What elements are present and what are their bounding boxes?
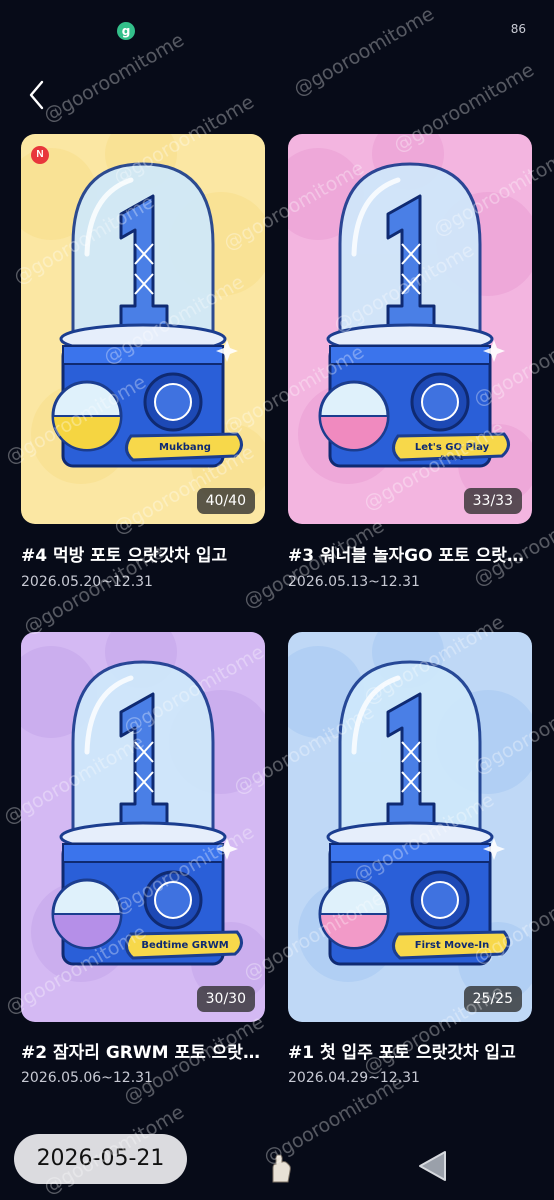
gacha-machine-illustration: Mukbang: [21, 134, 265, 524]
banner-label: Let's GO Play: [415, 442, 490, 453]
status-bar: g 86: [0, 0, 554, 60]
card-date: 2026.05.06~12.31: [21, 1070, 153, 1086]
gacha-card[interactable]: Mukbang N 40/40: [21, 134, 265, 524]
gacha-card[interactable]: First Move-In 25/25: [288, 632, 532, 1022]
banner-label: Mukbang: [159, 442, 211, 453]
back-triangle-icon[interactable]: [416, 1148, 450, 1184]
gacha-machine-illustration: Let's GO Play PART 1: [288, 134, 532, 524]
gacha-machine-illustration: Bedtime GRWM: [21, 632, 265, 1022]
collection-count: 33/33: [463, 488, 522, 514]
collection-count: 30/30: [196, 986, 255, 1012]
hand-icon[interactable]: [268, 1152, 294, 1184]
banner-label: Bedtime GRWM: [141, 940, 228, 951]
gacha-card[interactable]: Bedtime GRWM 30/30: [21, 632, 265, 1022]
back-button[interactable]: [22, 76, 56, 114]
card-title[interactable]: #4 먹방 포토 으랏갓차 입고: [21, 541, 271, 566]
card-title[interactable]: #2 잠자리 GRWM 포토 으랏갓차: [21, 1038, 271, 1063]
chevron-left-icon: [29, 80, 44, 110]
gacha-machine-illustration: First Move-In: [288, 632, 532, 1022]
app-notification-icon: g: [117, 22, 135, 40]
battery-level: 86: [510, 22, 526, 36]
card-title[interactable]: #3 워너블 놀자GO 포토 으랏갓차: [288, 541, 538, 566]
card-date: 2026.05.13~12.31: [288, 574, 420, 590]
banner-sublabel: PART 1: [440, 455, 463, 462]
card-title[interactable]: #1 첫 입주 포토 으랏갓차 입고: [288, 1038, 538, 1063]
card-date: 2026.05.20~12.31: [21, 574, 153, 590]
gacha-card[interactable]: Let's GO Play PART 1 33/33: [288, 134, 532, 524]
collection-count: 40/40: [196, 488, 255, 514]
collection-count: 25/25: [463, 986, 522, 1012]
new-badge: N: [31, 146, 49, 164]
card-date: 2026.04.29~12.31: [288, 1070, 420, 1086]
date-chip[interactable]: 2026-05-21: [14, 1134, 187, 1184]
banner-label: First Move-In: [415, 940, 490, 951]
